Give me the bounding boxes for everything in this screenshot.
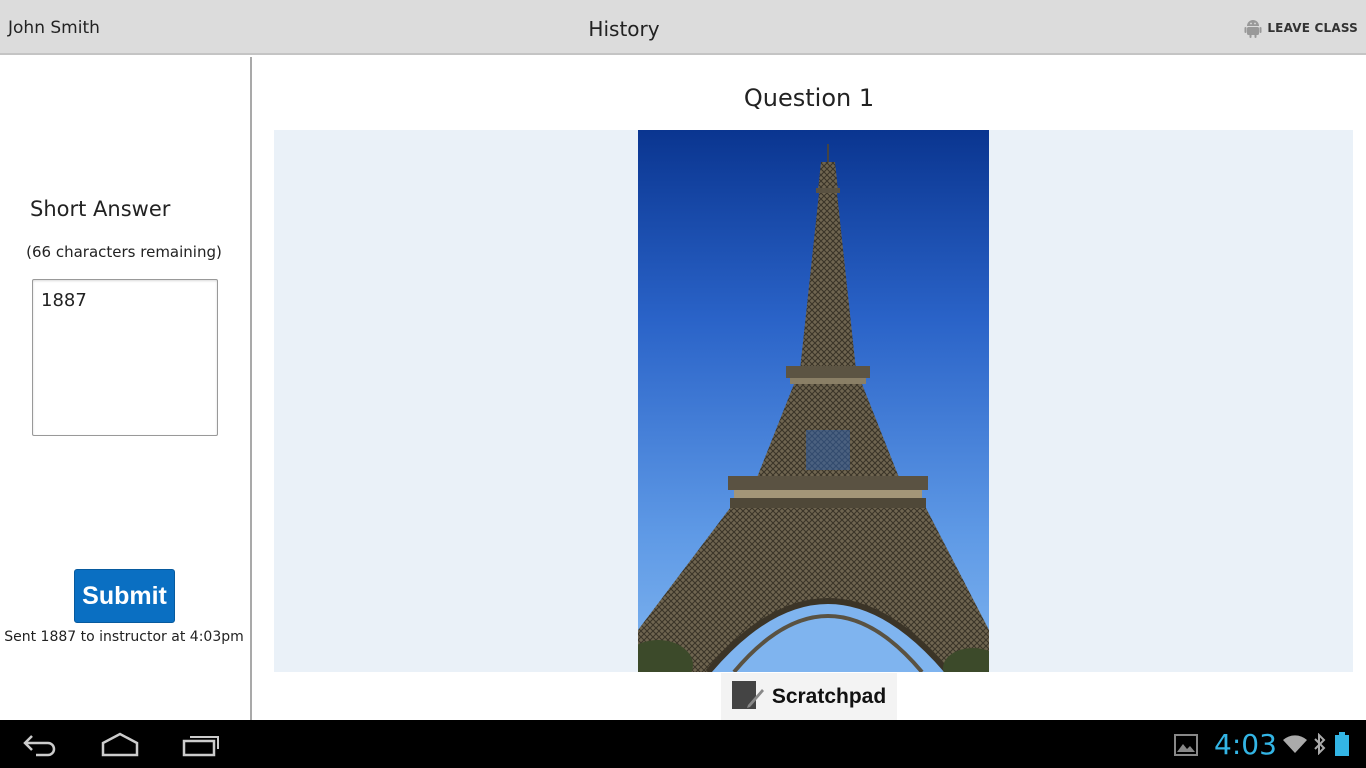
battery-icon	[1334, 732, 1350, 760]
eiffel-tower-photo	[638, 130, 989, 672]
scratchpad-label: Scratchpad	[771, 684, 887, 708]
back-icon[interactable]	[22, 732, 58, 762]
scratchpad-button[interactable]: Scratchpad	[721, 673, 897, 720]
answer-panel: Short Answer (66 characters remaining) 1…	[0, 57, 252, 720]
scratchpad-icon	[731, 680, 764, 713]
question-area: Question 1 Scratchpad	[252, 57, 1366, 720]
bluetooth-icon	[1313, 732, 1327, 759]
question-title: Question 1	[743, 84, 875, 112]
submission-status: Sent 1887 to instructor at 4:03pm	[4, 629, 244, 645]
submit-button[interactable]: Submit	[74, 569, 175, 623]
characters-remaining: (66 characters remaining)	[26, 243, 222, 261]
leave-class-button[interactable]: LEAVE CLASS	[1244, 16, 1358, 40]
leave-class-label: LEAVE CLASS	[1267, 21, 1358, 35]
home-icon[interactable]	[100, 731, 140, 761]
system-nav-bar: 4:03	[0, 720, 1366, 768]
clock: 4:03	[1214, 728, 1277, 761]
answer-input[interactable]: 1887	[32, 279, 218, 436]
question-image-viewport[interactable]	[274, 130, 1353, 672]
action-bar: John Smith History LEAVE CLASS	[0, 0, 1366, 55]
wifi-icon	[1282, 734, 1308, 758]
class-title: History	[588, 17, 660, 41]
recent-apps-icon[interactable]	[182, 733, 220, 761]
gallery-icon	[1174, 734, 1198, 760]
short-answer-title: Short Answer	[30, 197, 171, 221]
android-icon	[1244, 18, 1262, 38]
